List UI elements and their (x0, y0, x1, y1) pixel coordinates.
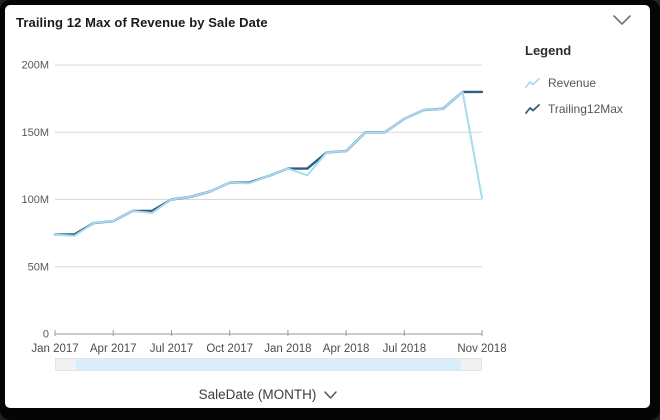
chart-title: Trailing 12 Max of Revenue by Sale Date (16, 15, 268, 30)
y-axis-label: 200M (21, 60, 49, 72)
x-tick-label: Apr 2018 (323, 343, 370, 355)
y-axis-label: 50M (28, 261, 49, 273)
x-range-scrollbar[interactable] (55, 358, 482, 371)
legend-item-label: Trailing12Max (548, 102, 623, 116)
scrollbar-left-handle[interactable] (56, 359, 76, 370)
chevron-down-icon (614, 16, 630, 24)
scrollbar-selection[interactable] (76, 359, 461, 370)
chart-card: Trailing 12 Max of Revenue by Sale Date … (5, 5, 650, 408)
collapse-card-button[interactable] (611, 10, 633, 30)
legend-item-revenue[interactable]: Revenue (525, 74, 645, 92)
legend-item-trailing12max[interactable]: Trailing12Max (525, 100, 645, 118)
x-tick-label: Apr 2017 (90, 343, 137, 355)
y-axis-label: 0 (43, 329, 49, 341)
revenue-line-icon (525, 78, 540, 89)
scrollbar-right-handle[interactable] (461, 359, 481, 370)
x-tick-label: Nov 2018 (457, 343, 506, 355)
legend-title: Legend (525, 43, 645, 58)
legend: Legend Revenue Trailing12Max (525, 43, 645, 126)
revenue-series-line[interactable] (55, 92, 482, 236)
x-axis-field-label: SaleDate (MONTH) (199, 387, 317, 402)
x-tick-label: Jan 2018 (264, 343, 311, 355)
y-axis-label: 100M (21, 194, 49, 206)
screenshot-frame: Trailing 12 Max of Revenue by Sale Date … (0, 0, 660, 420)
x-tick-label: Jul 2018 (383, 343, 426, 355)
x-tick-label: Oct 2017 (206, 343, 253, 355)
y-axis-label: 150M (21, 127, 49, 139)
legend-item-label: Revenue (548, 76, 596, 90)
x-tick-label: Jan 2017 (31, 343, 78, 355)
x-axis-field-dropdown[interactable]: SaleDate (MONTH) (55, 387, 482, 402)
x-tick-label: Jul 2017 (150, 343, 193, 355)
chevron-down-icon (323, 390, 338, 400)
trailing12max-line-icon (525, 104, 540, 115)
